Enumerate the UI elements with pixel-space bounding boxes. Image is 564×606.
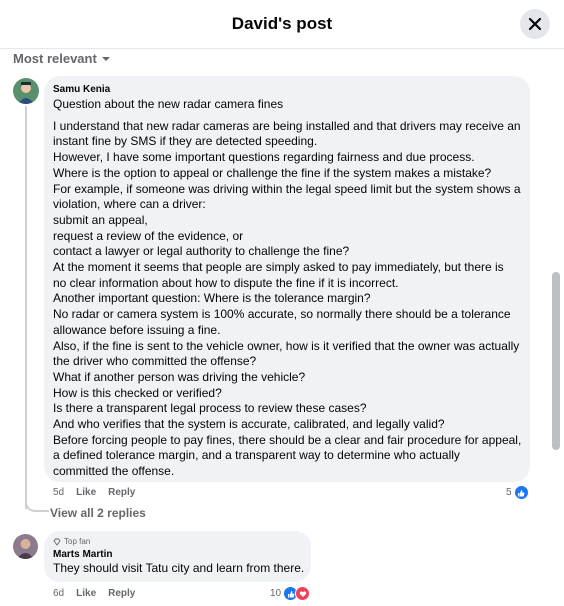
comment-actions: 5d Like Reply xyxy=(53,487,135,498)
comment-text-line: submit an appeal, xyxy=(53,212,148,227)
thread-connector xyxy=(25,496,49,512)
comment-text-line: Where is the option to appeal or challen… xyxy=(53,165,492,180)
love-reaction-icon xyxy=(295,586,311,601)
caret-down-icon xyxy=(101,56,110,61)
comment-text-line: instant fine by SMS if they are detected… xyxy=(53,134,318,149)
comment-text-line: However, I have some important questions… xyxy=(53,150,475,165)
comment-text-line: For example, if someone was driving with… xyxy=(53,181,521,196)
comment-text-line: Question about the new radar camera fine… xyxy=(53,97,284,111)
like-reaction-icon xyxy=(513,485,529,500)
dialog-header: David's post xyxy=(0,0,564,49)
comment-timestamp[interactable]: 5d xyxy=(53,487,64,498)
comment-text: Question about the new radar camera fine… xyxy=(53,97,521,480)
comment-author[interactable]: Samu Kenia xyxy=(53,84,521,95)
close-icon xyxy=(528,17,542,31)
scrollbar-thumb[interactable] xyxy=(552,272,560,450)
avatar[interactable] xyxy=(13,78,39,104)
comment-text-line: a defined tolerance margin, and a transp… xyxy=(53,448,460,463)
sort-label: Most relevant xyxy=(13,51,97,66)
comment-author[interactable]: Marts Martin xyxy=(53,549,304,560)
comment-text-line: At the moment it seems that people are s… xyxy=(53,260,504,275)
comment-text-line: I understand that new radar cameras are … xyxy=(53,118,521,133)
comment-text: They should visit Tatu city and learn fr… xyxy=(53,561,305,575)
badge-label: Top fan xyxy=(64,537,91,546)
comment-text-line: allowance before issuing a fine. xyxy=(53,322,221,337)
comment-text-line: the driver who committed the offense? xyxy=(53,354,257,369)
view-replies-link[interactable]: View all 2 replies xyxy=(50,506,146,520)
comment-text-line: What if another person was driving the v… xyxy=(53,369,306,384)
comment-text-line: violation, where can a driver: xyxy=(53,197,206,212)
reaction-count: 5 xyxy=(506,487,512,498)
comment-timestamp[interactable]: 6d xyxy=(53,588,64,599)
avatar-image xyxy=(13,78,39,104)
reaction-summary[interactable]: 10 xyxy=(270,586,311,601)
comment-text-line: no clear information about how to disput… xyxy=(53,275,399,290)
avatar[interactable] xyxy=(13,534,38,559)
reaction-count: 10 xyxy=(270,588,282,599)
sort-dropdown[interactable]: Most relevant xyxy=(13,51,111,66)
reply-button[interactable]: Reply xyxy=(108,487,135,498)
comment-text-line: Before forcing people to pay fines, ther… xyxy=(53,432,522,447)
thread-line xyxy=(25,106,27,509)
top-fan-badge: Top fan xyxy=(53,537,304,546)
reply-button[interactable]: Reply xyxy=(108,588,135,599)
comment-text-line: How is this checked or verified? xyxy=(53,385,222,400)
reaction-summary[interactable]: 5 xyxy=(506,485,529,500)
like-button[interactable]: Like xyxy=(76,487,96,498)
comment-text-line: Also, if the fine is sent to the vehicle… xyxy=(53,338,520,353)
comment-text-line: Another important question: Where is the… xyxy=(53,291,371,306)
comment-actions: 6d Like Reply xyxy=(53,588,135,599)
comment-bubble: Samu Kenia Question about the new radar … xyxy=(44,76,530,482)
dialog-title: David's post xyxy=(231,14,333,33)
comment-text-line: committed the offense. xyxy=(53,464,175,479)
diamond-icon xyxy=(53,538,61,546)
comment-text-line: request a review of the evidence, or xyxy=(53,228,244,243)
comment-text-line: Is there a transparent legal process to … xyxy=(53,401,367,416)
comment-text-line: No radar or camera system is 100% accura… xyxy=(53,307,511,322)
avatar-image xyxy=(13,534,38,559)
like-button[interactable]: Like xyxy=(76,588,96,599)
close-button[interactable] xyxy=(520,9,550,39)
comment-text-line: And who verifies that the system is accu… xyxy=(53,417,445,432)
comment-text-line: contact a lawyer or legal authority to c… xyxy=(53,244,350,259)
comment-bubble: Top fan Marts Martin They should visit T… xyxy=(44,531,311,582)
